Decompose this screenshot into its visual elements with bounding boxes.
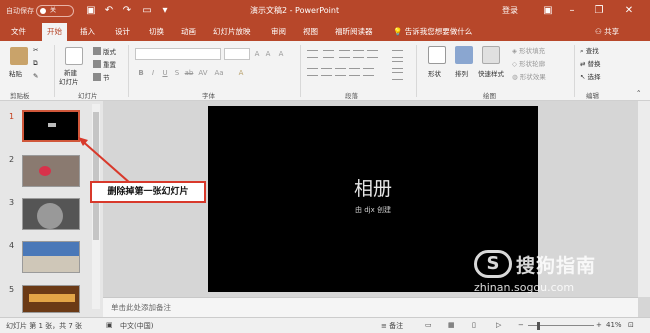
watermark-url: zhinan.sogou.com <box>474 281 575 294</box>
annotation-callout: 删除掉第一张幻灯片 <box>90 181 206 203</box>
sogou-logo-icon: S <box>474 250 512 278</box>
watermark-brand: 搜狗指南 <box>516 255 597 277</box>
arrow-line <box>79 138 131 184</box>
